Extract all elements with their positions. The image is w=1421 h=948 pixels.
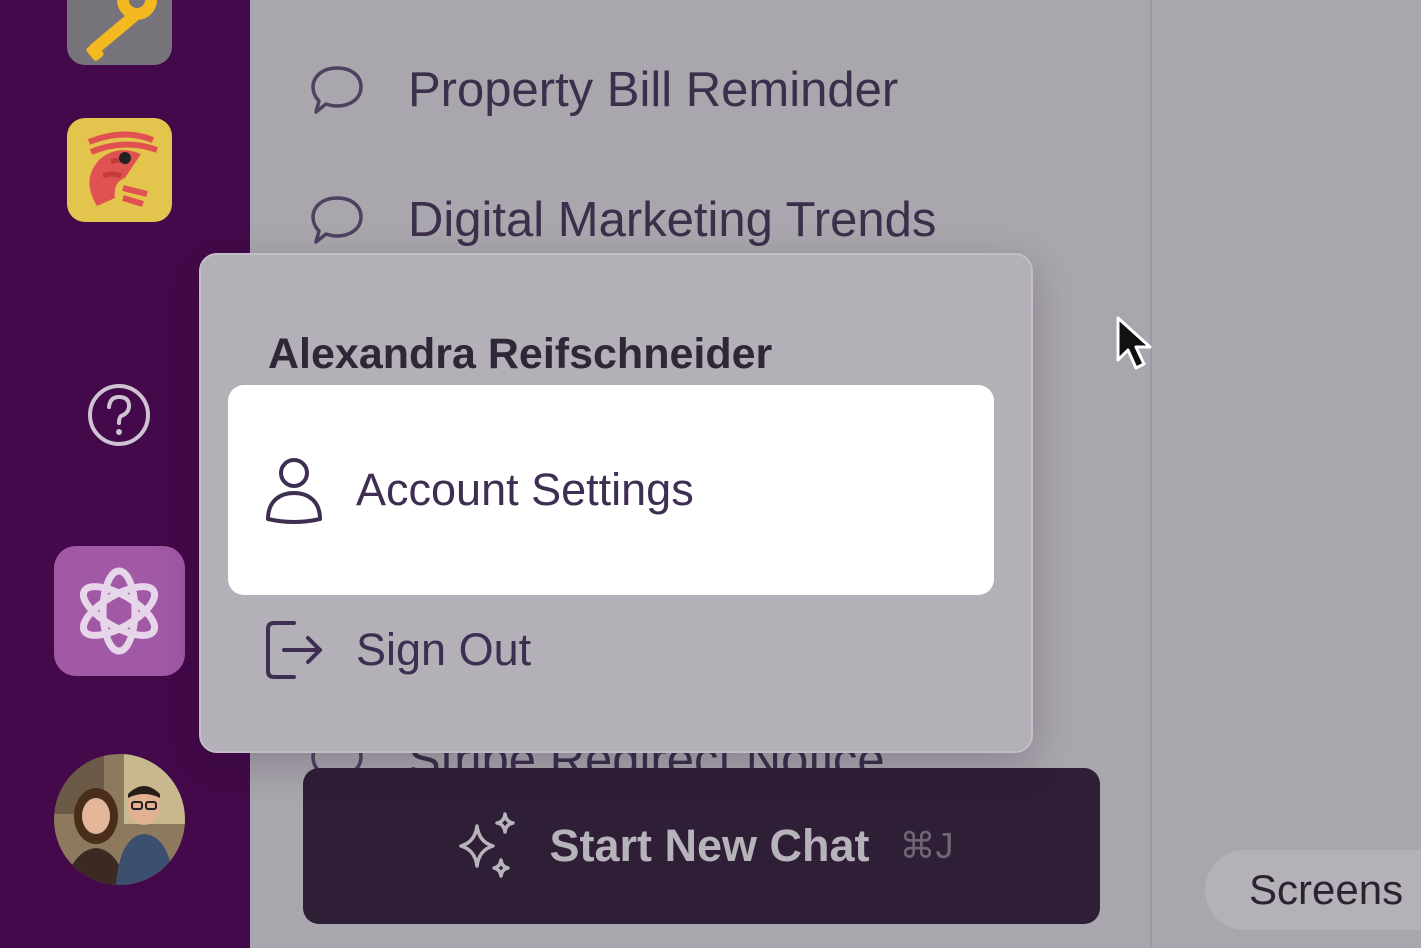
- sign-out-menu-item[interactable]: Sign Out: [228, 545, 994, 755]
- account-menu: Alexandra Reifschneider Account Settings…: [199, 253, 1033, 753]
- start-new-chat-button[interactable]: Start New Chat ⌘J: [303, 768, 1100, 924]
- shortcut-hint: ⌘J: [899, 825, 954, 866]
- chat-title: Property Bill Reminder: [408, 63, 899, 117]
- right-pane: [1150, 0, 1421, 948]
- chat-list-item[interactable]: Property Bill Reminder: [308, 50, 898, 130]
- user-avatar[interactable]: [54, 754, 185, 885]
- screens-button[interactable]: Screens: [1205, 850, 1421, 930]
- chat-bubble-icon: [311, 196, 363, 244]
- screens-label: Screens: [1249, 866, 1404, 913]
- mouse-cursor-icon: [1116, 316, 1152, 370]
- shrimp-icon: [87, 131, 159, 207]
- ai-chat-app-button[interactable]: [54, 546, 185, 676]
- sign-out-label: Sign Out: [356, 624, 532, 675]
- key-app-button[interactable]: [67, 0, 172, 65]
- help-button[interactable]: [86, 382, 152, 448]
- account-settings-label: Account Settings: [356, 464, 694, 515]
- avatar-photo: [54, 754, 185, 885]
- key-icon: [86, 0, 157, 61]
- account-user-name: Alexandra Reifschneider: [268, 330, 773, 378]
- sign-out-icon: [266, 621, 322, 679]
- chat-bubble-icon: [311, 66, 363, 114]
- chat-title: Digital Marketing Trends: [408, 193, 937, 247]
- shrimp-app-button[interactable]: [67, 118, 172, 222]
- start-new-chat-label: Start New Chat: [549, 820, 870, 871]
- openai-knot-icon: [79, 567, 159, 655]
- sparkles-icon: [459, 812, 516, 878]
- user-icon: [266, 458, 322, 524]
- question-circle-icon: [88, 384, 150, 446]
- chat-list-item[interactable]: Digital Marketing Trends: [308, 180, 936, 260]
